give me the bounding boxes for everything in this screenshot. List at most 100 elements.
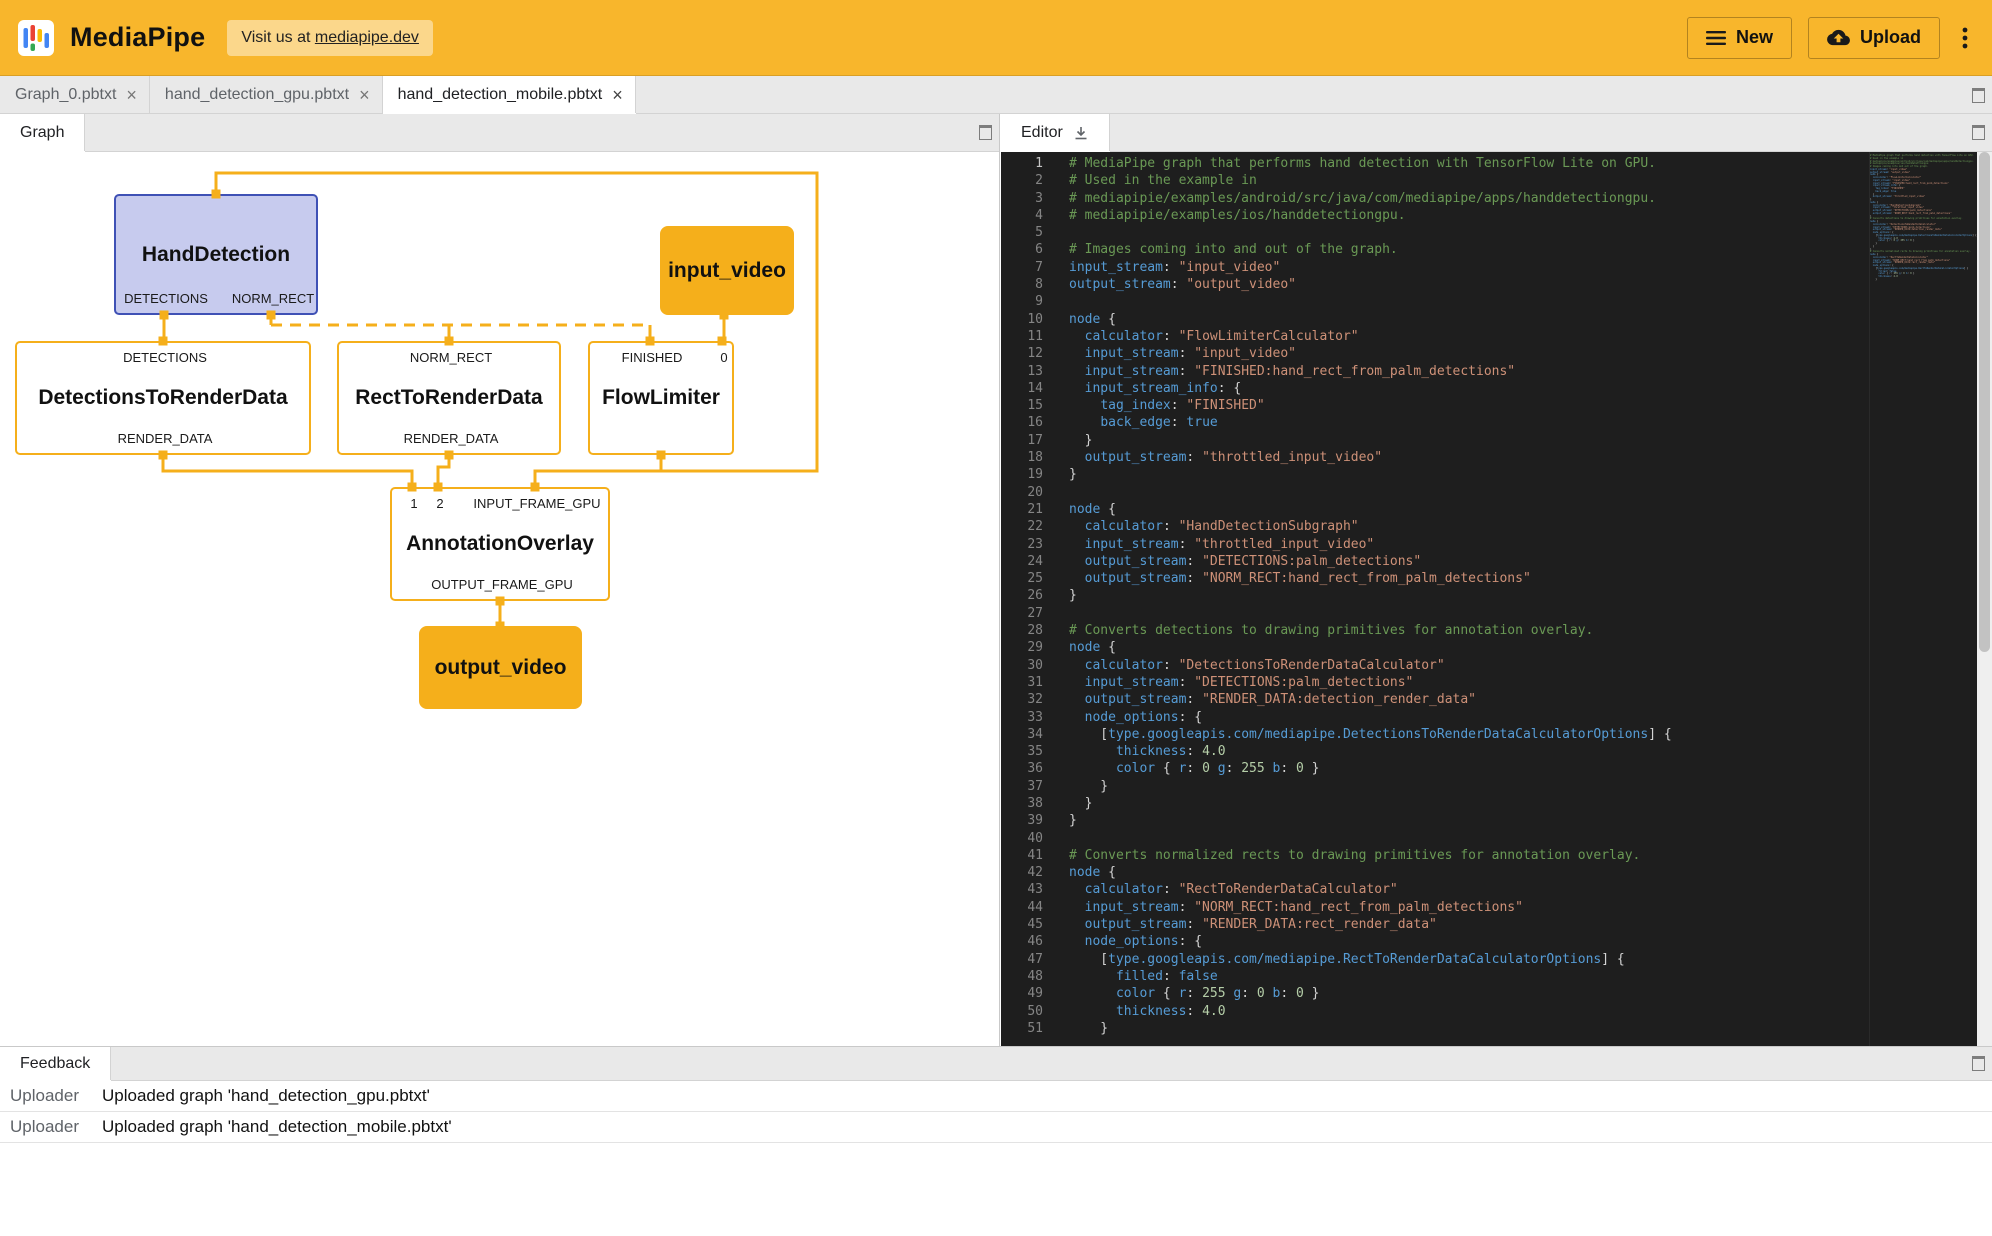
code-editor[interactable]: 1 # MediaPipe graph that performs hand de… [1001, 152, 1992, 1046]
code-line-46: 46 node_options: { [1001, 933, 1992, 950]
editor-minimap[interactable]: # MediaPipe graph that performs hand det… [1869, 152, 1977, 1046]
close-tab-icon[interactable]: × [126, 86, 137, 104]
feedback-log: UploaderUploaded graph 'hand_detection_g… [0, 1081, 1992, 1143]
code-line-25: 25 output_stream: "NORM_RECT:hand_rect_f… [1001, 570, 1992, 587]
line-number: 13 [1001, 363, 1063, 380]
graph-node-output_video[interactable]: output_video [419, 626, 582, 709]
code-line-9: 9 [1001, 293, 1992, 310]
line-number: 44 [1001, 899, 1063, 916]
line-number: 18 [1001, 449, 1063, 466]
code-text: node_options: { [1063, 709, 1202, 726]
file-tab-hand_detection_mobile.pbtxt[interactable]: hand_detection_mobile.pbtxt× [383, 76, 636, 113]
port-label: RENDER_DATA [404, 431, 499, 446]
file-tab-Graph_0.pbtxt[interactable]: Graph_0.pbtxt× [0, 76, 150, 113]
code-line-11: 11 calculator: "FlowLimiterCalculator" [1001, 328, 1992, 345]
line-number: 50 [1001, 1003, 1063, 1020]
close-tab-icon[interactable]: × [612, 86, 623, 104]
new-button[interactable]: New [1687, 17, 1792, 59]
code-text: input_stream: "DETECTIONS:palm_detection… [1063, 674, 1413, 691]
line-number: 31 [1001, 674, 1063, 691]
line-number: 39 [1001, 812, 1063, 829]
graph-node-input_video[interactable]: input_video [660, 226, 794, 315]
graph-node-handdetection[interactable]: HandDetectionDETECTIONSNORM_RECT [114, 194, 318, 315]
graph-node-detectionstorenderdata[interactable]: DetectionsToRenderDataDETECTIONSRENDER_D… [15, 341, 311, 455]
code-line-31: 31 input_stream: "DETECTIONS:palm_detect… [1001, 674, 1992, 691]
code-line-44: 44 input_stream: "NORM_RECT:hand_rect_fr… [1001, 899, 1992, 916]
visit-link[interactable]: mediapipe.dev [315, 29, 419, 46]
line-number: 45 [1001, 916, 1063, 933]
scrollbar-thumb[interactable] [1979, 152, 1990, 652]
download-icon[interactable] [1073, 125, 1089, 141]
upload-button[interactable]: Upload [1808, 17, 1940, 59]
new-button-label: New [1736, 27, 1773, 48]
expand-icon[interactable] [1972, 1056, 1985, 1071]
code-text: tag_index: "FINISHED" [1063, 397, 1265, 414]
expand-icon[interactable] [1972, 125, 1985, 140]
line-number: 3 [1001, 190, 1063, 207]
code-text: node { [1063, 501, 1116, 518]
line-number: 1 [1001, 155, 1063, 172]
port-label: INPUT_FRAME_GPU [473, 496, 600, 511]
line-number: 35 [1001, 743, 1063, 760]
code-line-36: 36 color { r: 0 g: 255 b: 0 } [1001, 760, 1992, 777]
code-line-41: 41# Converts normalized rects to drawing… [1001, 847, 1992, 864]
line-number: 47 [1001, 951, 1063, 968]
code-line-26: 26} [1001, 587, 1992, 604]
expand-icon[interactable] [1972, 88, 1985, 103]
code-text: } [1063, 587, 1077, 604]
code-line-4: 4# mediapipie/examples/ios/handdetection… [1001, 207, 1992, 224]
port-label: 2 [436, 496, 443, 511]
code-line-47: 47 [type.googleapis.com/mediapipe.RectTo… [1001, 951, 1992, 968]
graph-edge [438, 455, 449, 487]
graph-node-recttorenderdata[interactable]: RectToRenderDataNORM_RECTRENDER_DATA [337, 341, 561, 455]
line-number: 42 [1001, 864, 1063, 881]
code-text: output_stream: "RENDER_DATA:detection_re… [1063, 691, 1476, 708]
line-number: 20 [1001, 484, 1063, 501]
code-line-7: 7input_stream: "input_video" [1001, 259, 1992, 276]
graph-node-annotationoverlay[interactable]: AnnotationOverlay12INPUT_FRAME_GPUOUTPUT… [390, 487, 610, 601]
code-line-28: 28# Converts detections to drawing primi… [1001, 622, 1992, 639]
code-text: color { r: 0 g: 255 b: 0 } [1063, 760, 1320, 777]
tab-editor[interactable]: Editor [1001, 114, 1110, 151]
editor-scrollbar[interactable] [1977, 152, 1992, 1046]
node-title: FlowLimiter [602, 386, 720, 410]
editor-panel: Editor 1 # MediaPipe graph that performs … [1001, 114, 1992, 1046]
code-text: calculator: "HandDetectionSubgraph" [1063, 518, 1359, 535]
port-label: NORM_RECT [410, 350, 492, 365]
graph-node-flowlimiter[interactable]: FlowLimiterFINISHED0 [588, 341, 734, 455]
code-line-45: 45 output_stream: "RENDER_DATA:rect_rend… [1001, 916, 1992, 933]
code-line-24: 24 output_stream: "DETECTIONS:palm_detec… [1001, 553, 1992, 570]
graph-canvas[interactable]: HandDetectionDETECTIONSNORM_RECT input_vi… [0, 152, 999, 1046]
code-text: output_stream: "throttled_input_video" [1063, 449, 1382, 466]
mediapipe-logo-icon [18, 20, 54, 56]
menu-icon [1706, 30, 1726, 46]
code-text: calculator: "RectToRenderDataCalculator" [1063, 881, 1398, 898]
close-tab-icon[interactable]: × [359, 86, 370, 104]
code-text: [type.googleapis.com/mediapipe.RectToRen… [1063, 951, 1625, 968]
code-line-39: 39} [1001, 812, 1992, 829]
file-tab-hand_detection_gpu.pbtxt[interactable]: hand_detection_gpu.pbtxt× [150, 76, 383, 113]
code-line-42: 42node { [1001, 864, 1992, 881]
code-text: } [1063, 466, 1077, 483]
expand-icon[interactable] [979, 125, 992, 140]
line-number: 51 [1001, 1020, 1063, 1037]
code-line-20: 20 [1001, 484, 1992, 501]
code-text: } [1063, 795, 1092, 812]
code-line-22: 22 calculator: "HandDetectionSubgraph" [1001, 518, 1992, 535]
code-line-49: 49 color { r: 255 g: 0 b: 0 } [1001, 985, 1992, 1002]
line-number: 17 [1001, 432, 1063, 449]
line-number: 36 [1001, 760, 1063, 777]
tab-feedback[interactable]: Feedback [0, 1047, 111, 1080]
code-text: } [1063, 432, 1092, 449]
more-options-button[interactable] [1956, 22, 1974, 54]
tab-graph[interactable]: Graph [0, 114, 85, 151]
app-title: MediaPipe [70, 22, 205, 53]
line-number: 46 [1001, 933, 1063, 950]
code-line-2: 2# Used in the example in [1001, 172, 1992, 189]
line-number: 28 [1001, 622, 1063, 639]
visit-text: Visit us at [241, 29, 315, 46]
code-line-34: 34 [type.googleapis.com/mediapipe.Detect… [1001, 726, 1992, 743]
code-text: output_stream: "NORM_RECT:hand_rect_from… [1063, 570, 1531, 587]
code-line-43: 43 calculator: "RectToRenderDataCalculat… [1001, 881, 1992, 898]
mediapipe-visualizer: MediaPipe Visit us at mediapipe.dev New … [0, 0, 1992, 1236]
